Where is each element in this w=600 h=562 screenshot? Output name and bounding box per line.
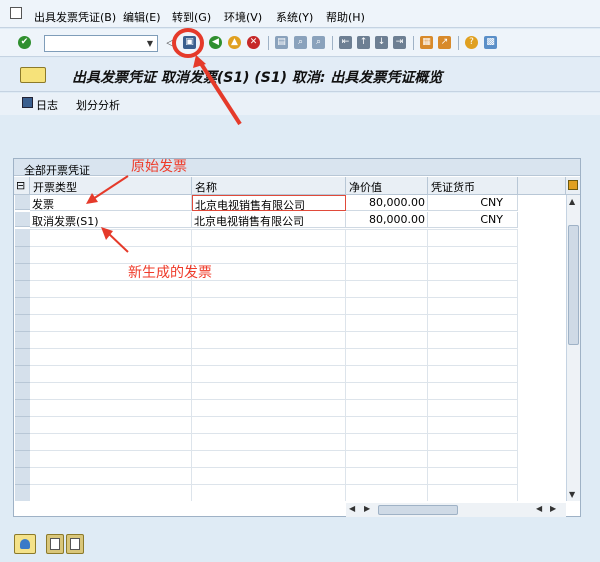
document-select-icon	[70, 538, 80, 550]
new-invoice-arrowhead	[101, 227, 113, 240]
original-invoice-arrow	[92, 175, 129, 200]
new-invoice-arrow	[107, 232, 129, 253]
original-invoice-label: 原始发票	[131, 159, 187, 175]
display-image-button[interactable]	[14, 534, 36, 554]
person-icon	[20, 539, 30, 549]
select-layout-button[interactable]	[66, 534, 84, 554]
document-icon	[50, 538, 60, 550]
annotation-overlay	[86, 28, 242, 253]
save-highlight-circle	[172, 28, 204, 58]
new-invoice-label: 新生成的发票	[128, 265, 212, 281]
save-pointer-arrow	[198, 60, 242, 126]
layout-button[interactable]	[46, 534, 64, 554]
original-invoice-arrowhead	[86, 193, 98, 204]
